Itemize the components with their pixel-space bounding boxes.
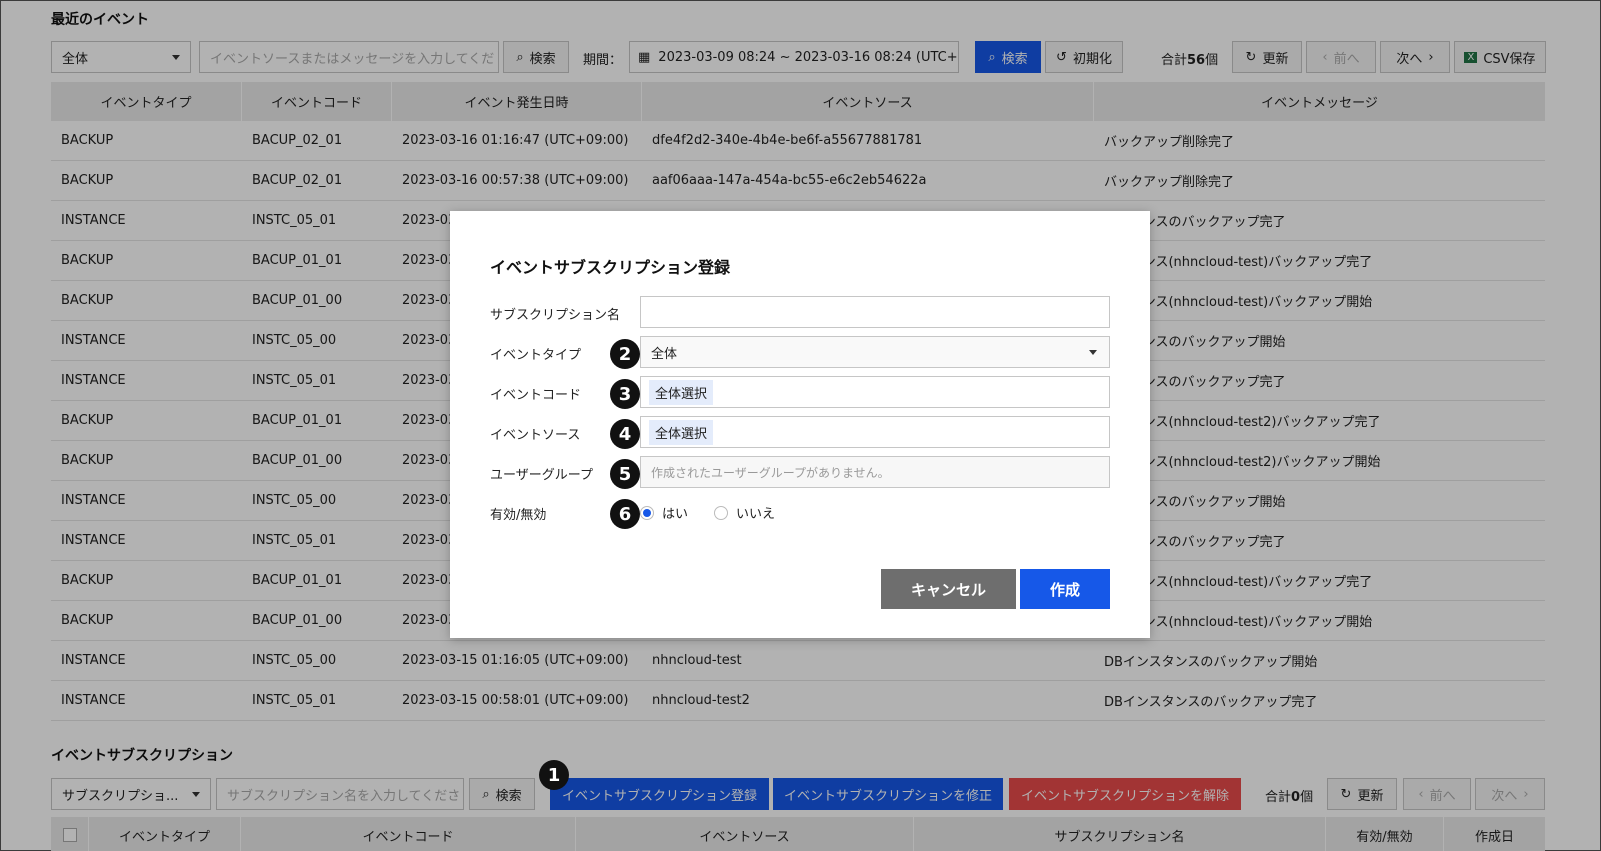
subscription-name-input[interactable] [640,296,1110,328]
enabled-no-radio[interactable] [714,505,729,520]
enabled-yes-label: はい [662,507,689,522]
step-badge-2: 2 [610,339,640,369]
modal-cancel-button[interactable]: キャンセル [881,569,1016,609]
subscription-register-modal: イベントサブスクリプション登録 サブスクリプション名 イベントタイプ 2 全体 … [450,211,1150,638]
step-badge-6: 6 [610,499,640,529]
enabled-no-label: いいえ [736,507,776,522]
modal-create-button[interactable]: 作成 [1020,569,1110,609]
step-badge-1: 1 [539,760,569,790]
event-code-select-all-chip[interactable]: 全体選択 [649,379,714,405]
chevron-down-icon [1089,349,1097,355]
user-group-field[interactable]: 作成されたユーザーグループがありません。 [640,456,1110,488]
event-source-multiselect[interactable]: 全体選択 [640,416,1110,448]
event-type-select-value: 全体 [651,346,678,362]
step-badge-3: 3 [610,379,640,409]
step-badge-4: 4 [610,419,640,449]
subscription-name-label: サブスクリプション名 [490,308,621,323]
event-source-label: イベントソース [490,428,581,443]
enabled-label: 有効/無効 [490,508,547,523]
event-type-label: イベントタイプ [490,348,582,363]
modal-title: イベントサブスクリプション登録 [490,258,731,277]
enabled-yes-radio[interactable] [640,505,654,520]
step-badge-5: 5 [610,459,640,489]
event-code-multiselect[interactable]: 全体選択 [640,376,1110,408]
event-source-select-all-chip[interactable]: 全体選択 [649,419,714,445]
event-type-select[interactable]: 全体 [640,336,1110,368]
user-group-label: ユーザーグループ [490,468,593,483]
event-code-label: イベントコード [490,388,582,403]
enabled-radio-group: はい いいえ [640,503,775,522]
